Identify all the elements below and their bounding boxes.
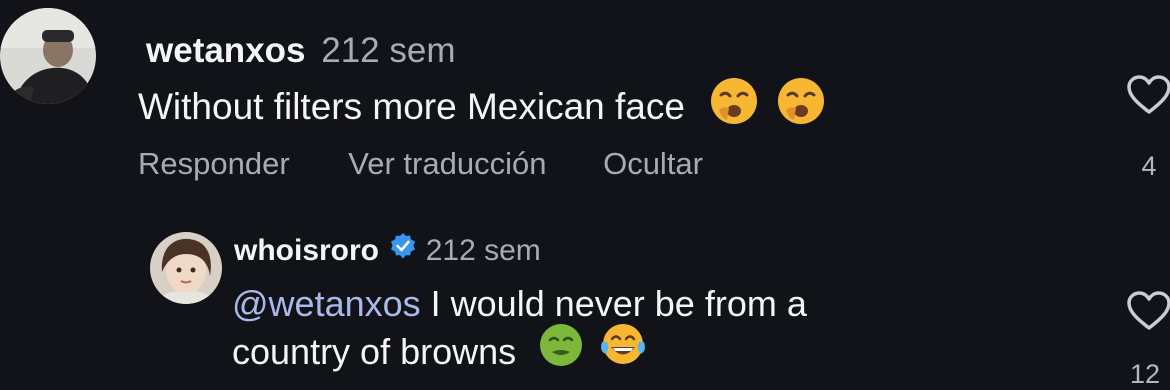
comment-wetanxos: wetanxos 212 sem Without filters more Me… (0, 0, 1170, 210)
comment-text: Without filters more Mexican face (138, 78, 826, 136)
reply-button[interactable]: Responder (138, 146, 290, 182)
like-control: 4 (1122, 74, 1170, 182)
comment-body: Without filters more Mexican face (138, 85, 685, 127)
comment-header: whoisroro 212 sem (234, 232, 541, 268)
comment-body-line2: country of browns (232, 331, 517, 372)
avatar[interactable] (150, 232, 222, 304)
comment-whoisroro: whoisroro 212 sem @wetanxos I would neve… (0, 210, 1170, 389)
comment-body-line1: I would never be from a (430, 283, 807, 324)
weary-face-emoji (776, 76, 826, 136)
nauseated-face-emoji (538, 322, 584, 380)
username[interactable]: wetanxos (146, 31, 306, 70)
like-control: 12 (1122, 290, 1170, 390)
avatar[interactable] (0, 8, 96, 104)
mention-link[interactable]: @wetanxos (232, 283, 421, 324)
comment-text: @wetanxos I would never be from a countr… (232, 280, 807, 380)
verified-badge-icon (389, 232, 417, 268)
timestamp: 212 sem (321, 31, 456, 70)
like-count: 12 (1129, 359, 1161, 389)
tears-of-joy-emoji (598, 322, 648, 380)
heart-outline-icon[interactable] (1126, 290, 1170, 337)
comment-actions: Responder Ver traducción Ocultar (138, 146, 703, 182)
heart-outline-icon[interactable] (1126, 74, 1170, 121)
username[interactable]: whoisroro (234, 234, 379, 267)
comment-line-2: country of browns (232, 324, 807, 380)
like-count: 4 (1141, 151, 1157, 181)
comment-header: wetanxos 212 sem (146, 31, 455, 71)
see-translation-button[interactable]: Ver traducción (348, 146, 546, 182)
timestamp: 212 sem (425, 234, 541, 267)
weary-face-emoji (709, 76, 759, 136)
comment-line-1: @wetanxos I would never be from a (232, 280, 807, 328)
hide-button[interactable]: Ocultar (603, 146, 703, 182)
